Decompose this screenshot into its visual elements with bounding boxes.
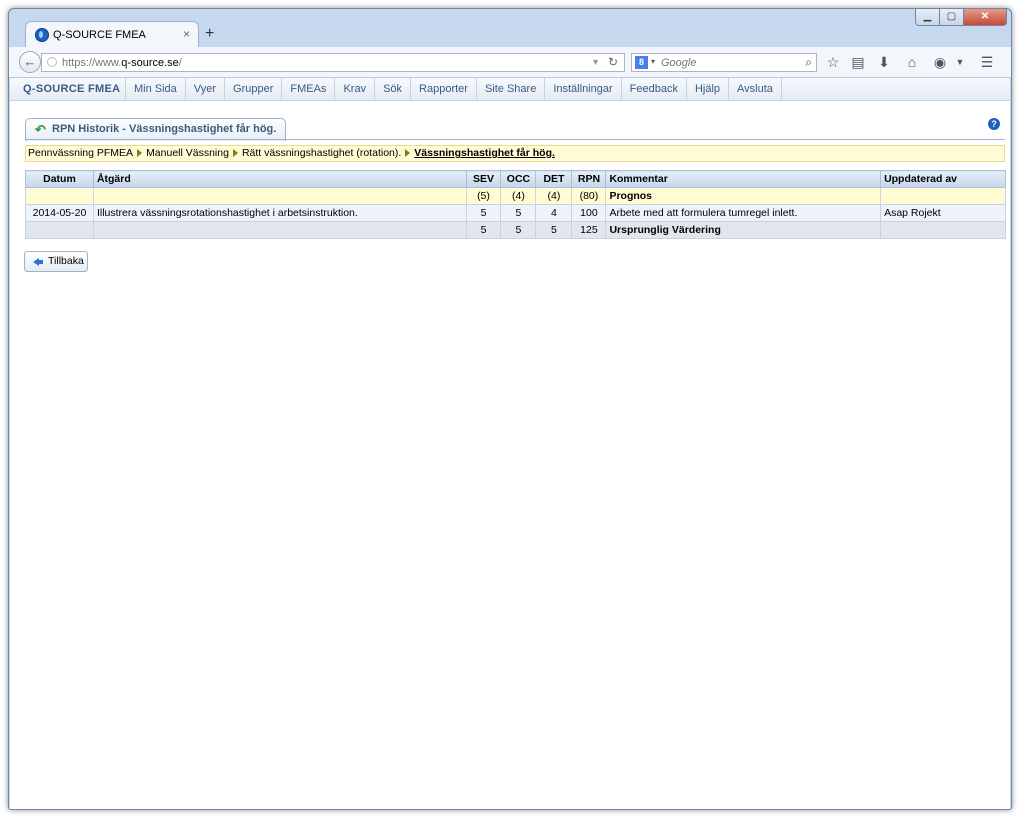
window-controls: ▁ ▢ ✕: [915, 9, 1007, 27]
browser-window: Q-SOURCE FMEA × + ▁ ▢ ✕ ← https://www.q-so…: [8, 8, 1012, 810]
cell-sev: (5): [465, 187, 502, 205]
col-atgard[interactable]: Åtgärd: [92, 170, 467, 188]
cell-datum: [25, 221, 94, 239]
table-row[interactable]: 2014-05-20 Illustrera vässningsrotations…: [25, 204, 1006, 222]
menu-item-site-share[interactable]: Site Share: [475, 78, 544, 100]
cell-atgard: Illustrera vässningsrotationshastighet i…: [92, 204, 467, 222]
page-title: RPN Historik - Vässningshastighet får hö…: [52, 123, 277, 135]
rpn-history-table: Datum Åtgärd SEV OCC DET RPN Kommentar U…: [25, 170, 1006, 239]
cell-rpn: (80): [571, 187, 607, 205]
cell-datum: 2014-05-20: [25, 204, 94, 222]
addon-icon[interactable]: ◉: [931, 54, 949, 71]
app-menu: Min Sida Vyer Grupper FMEAs Krav Sök Rap…: [125, 78, 782, 100]
breadcrumb-item[interactable]: Pennvässning PFMEA: [28, 147, 133, 159]
home-icon[interactable]: ⌂: [903, 54, 921, 70]
menu-item-fmeas[interactable]: FMEAs: [281, 78, 334, 100]
download-icon[interactable]: ⬇: [875, 54, 893, 71]
back-button-label: Tillbaka: [48, 255, 84, 267]
maximize-button[interactable]: ▢: [939, 9, 964, 26]
search-icon[interactable]: ⌕: [805, 55, 812, 70]
cell-det: (4): [535, 187, 573, 205]
search-engine-icon[interactable]: 8: [635, 56, 648, 69]
favicon-icon: [35, 28, 49, 42]
page-tab: ↶ RPN Historik - Vässningshastighet får …: [25, 118, 287, 141]
bookmark-star-icon[interactable]: ☆: [824, 54, 842, 71]
app-brand[interactable]: Q-SOURCE FMEA: [23, 83, 120, 95]
menu-item-grupper[interactable]: Grupper: [224, 78, 281, 100]
menu-item-vyer[interactable]: Vyer: [184, 78, 224, 100]
cell-uppdaterad: Asap Rojekt: [880, 204, 1006, 222]
back-button[interactable]: Tillbaka: [24, 251, 88, 272]
back-arrow-icon: [33, 258, 43, 266]
menu-item-rapporter[interactable]: Rapporter: [410, 78, 476, 100]
table-header: Datum Åtgärd SEV OCC DET RPN Kommentar U…: [25, 170, 1006, 188]
cell-uppdaterad: [880, 187, 1006, 205]
col-sev[interactable]: SEV: [465, 170, 502, 188]
breadcrumb-item[interactable]: Manuell Vässning: [146, 147, 229, 159]
page-content: Q-SOURCE FMEA Min Sida Vyer Grupper FMEA…: [10, 78, 1010, 809]
cell-det: 5: [535, 221, 573, 239]
globe-icon: [47, 57, 57, 67]
url-dropdown-icon[interactable]: ▼: [591, 57, 600, 67]
breadcrumb-item[interactable]: Rätt vässningshastighet (rotation).: [242, 147, 401, 159]
search-engine-dropdown-icon[interactable]: ▾: [651, 57, 655, 66]
cell-sev: 5: [465, 221, 502, 239]
close-window-button[interactable]: ✕: [963, 9, 1007, 26]
tab-title: Q-SOURCE FMEA: [53, 29, 146, 41]
prognos-row: (5) (4) (4) (80) Prognos: [25, 187, 1006, 205]
cell-kommentar: Arbete med att formulera tumregel inlett…: [605, 204, 882, 222]
cell-kommentar: Prognos: [605, 187, 882, 205]
cell-atgard: [92, 221, 467, 239]
minimize-button[interactable]: ▁: [915, 9, 940, 26]
app-menu-bar: Q-SOURCE FMEA Min Sida Vyer Grupper FMEA…: [10, 78, 1010, 101]
menu-item-sok[interactable]: Sök: [374, 78, 410, 100]
navigation-bar: ← https://www.q-source.se/ ▼ ↻ 8 ▾ Googl…: [9, 47, 1011, 78]
new-tab-button[interactable]: +: [205, 25, 214, 43]
col-uppdaterad[interactable]: Uppdaterad av: [880, 170, 1006, 188]
url-bar[interactable]: https://www.q-source.se/ ▼ ↻: [41, 53, 625, 72]
cell-rpn: 100: [571, 204, 607, 222]
breadcrumb-arrow-icon: [137, 149, 143, 158]
menu-hamburger-icon[interactable]: ☰: [978, 54, 996, 71]
tab-divider: [25, 139, 1005, 140]
clipboard-icon[interactable]: ▤: [849, 54, 867, 71]
col-det[interactable]: DET: [535, 170, 573, 188]
menu-item-min-sida[interactable]: Min Sida: [125, 78, 185, 100]
cell-atgard: [92, 187, 467, 205]
help-icon[interactable]: ?: [988, 118, 1000, 130]
cell-rpn: 125: [571, 221, 607, 239]
reload-icon[interactable]: ↻: [608, 55, 618, 69]
back-arrow-icon[interactable]: ←: [19, 51, 41, 73]
col-occ[interactable]: OCC: [500, 170, 537, 188]
breadcrumb-current[interactable]: Vässningshastighet får hög.: [414, 147, 555, 159]
menu-item-krav[interactable]: Krav: [334, 78, 374, 100]
menu-item-hjalp[interactable]: Hjälp: [685, 78, 728, 100]
breadcrumb-arrow-icon: [232, 149, 238, 158]
addon-dropdown-icon[interactable]: ▼: [951, 57, 969, 67]
menu-item-installningar[interactable]: Inställningar: [544, 78, 620, 100]
breadcrumb-arrow-icon: [405, 149, 411, 158]
search-bar[interactable]: 8 ▾ Google ⌕: [631, 53, 817, 72]
col-datum[interactable]: Datum: [25, 170, 94, 188]
url-text[interactable]: https://www.q-source.se/: [62, 57, 182, 69]
history-arrow-icon: ↶: [35, 122, 46, 137]
cell-sev: 5: [465, 204, 502, 222]
cell-occ: 5: [500, 204, 537, 222]
cell-uppdaterad: [880, 221, 1006, 239]
cell-occ: 5: [500, 221, 537, 239]
cell-datum: [25, 187, 94, 205]
col-rpn[interactable]: RPN: [571, 170, 607, 188]
tab-strip: Q-SOURCE FMEA × + ▁ ▢ ✕: [9, 9, 1011, 47]
menu-item-feedback[interactable]: Feedback: [620, 78, 686, 100]
cell-det: 4: [535, 204, 573, 222]
close-tab-icon[interactable]: ×: [183, 27, 190, 41]
cell-occ: (4): [500, 187, 537, 205]
breadcrumb: Pennvässning PFMEA Manuell Vässning Rätt v…: [25, 145, 1005, 162]
browser-tab[interactable]: Q-SOURCE FMEA ×: [25, 21, 199, 47]
col-kommentar[interactable]: Kommentar: [605, 170, 882, 188]
search-placeholder[interactable]: Google: [661, 57, 696, 69]
menu-item-avsluta[interactable]: Avsluta: [728, 78, 782, 100]
cell-kommentar: Ursprunglig Värdering: [605, 221, 882, 239]
original-rating-row: 5 5 5 125 Ursprunglig Värdering: [25, 221, 1006, 239]
